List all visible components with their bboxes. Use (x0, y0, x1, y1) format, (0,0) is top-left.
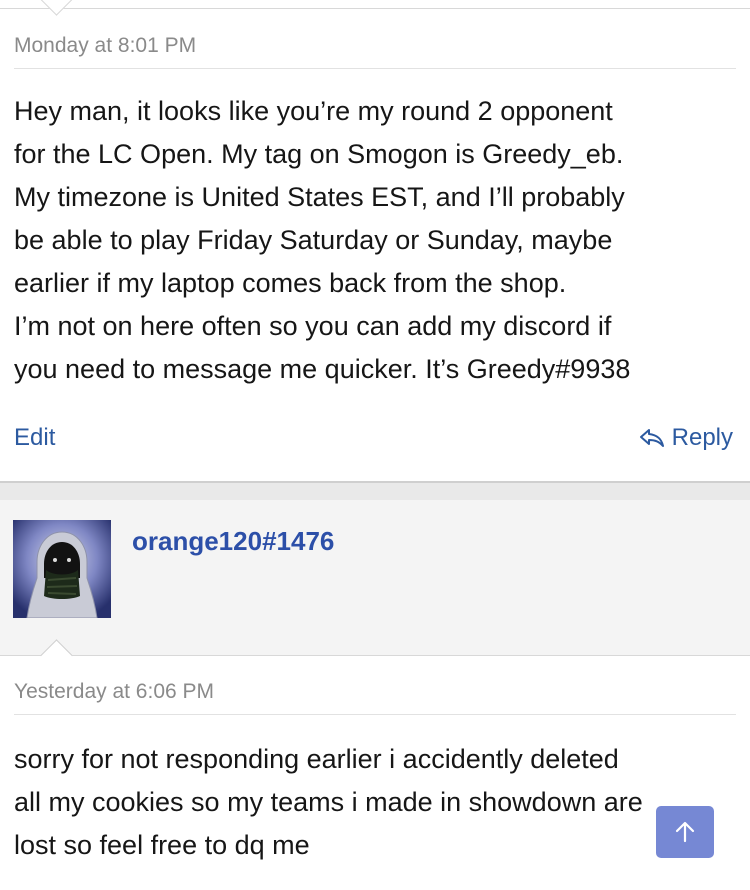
reply-button[interactable]: Reply (638, 424, 733, 452)
timestamp-divider (14, 714, 736, 715)
post-timestamp: Monday at 8:01 PM (14, 34, 197, 57)
message-body: sorry for not responding earlier i accid… (14, 744, 643, 860)
message-body: Hey man, it looks like you’re my round 2… (14, 96, 631, 384)
user-header: orange120#1476 (0, 500, 750, 656)
edit-button[interactable]: Edit (14, 424, 55, 452)
reply-label: Reply (671, 424, 733, 451)
reply-arrow-icon (638, 427, 666, 449)
avatar[interactable] (13, 520, 111, 618)
arrow-up-icon (675, 821, 695, 843)
section-divider (0, 481, 750, 502)
post-top-border (0, 0, 750, 9)
timestamp-divider (14, 68, 736, 69)
username-link[interactable]: orange120#1476 (132, 526, 334, 557)
post-timestamp: Yesterday at 6:06 PM (14, 680, 215, 703)
scroll-to-top-button[interactable] (656, 806, 714, 858)
